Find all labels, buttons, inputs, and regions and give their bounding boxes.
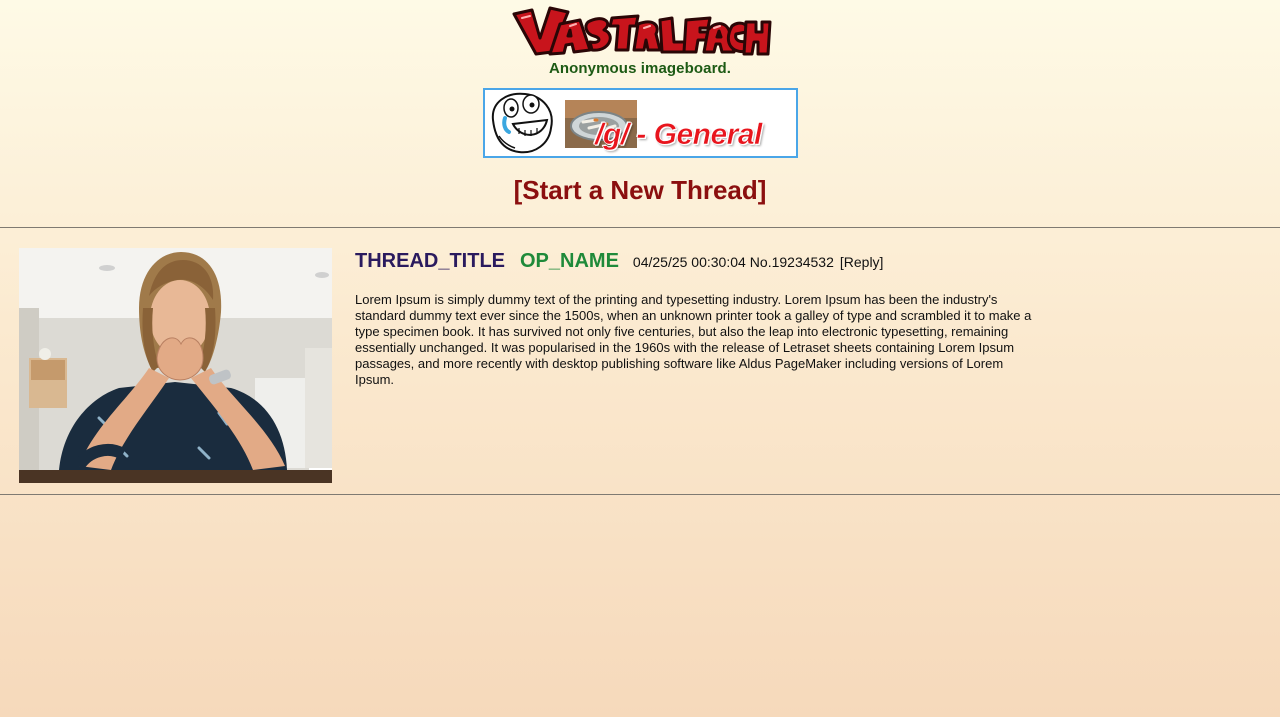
board-title: /g/ - General (595, 118, 763, 152)
reply-link[interactable]: [Reply] (840, 254, 884, 270)
board-banner[interactable]: /g/ - General (483, 88, 798, 158)
start-new-thread-link[interactable]: [Start a New Thread] (514, 175, 767, 205)
thread-title: THREAD_TITLE (355, 250, 505, 272)
site-logo[interactable] (510, 4, 772, 58)
post-header: THREAD_TITLE OP_NAME 04/25/25 00:30:04 N… (355, 250, 883, 273)
site-header: Anonymous imageboard. /g/ - General [Sta… (0, 0, 1280, 220)
post-date: 04/25/25 00:30:04 (632, 254, 746, 270)
op-thumbnail[interactable] (19, 248, 332, 483)
op-thumbnail-photo (19, 248, 332, 483)
divider-bottom (0, 494, 1280, 495)
post-number-link[interactable]: No.19234532 (750, 254, 834, 270)
new-thread-container: [Start a New Thread] (0, 175, 1280, 206)
site-tagline: Anonymous imageboard. (548, 60, 732, 77)
op-name: OP_NAME (520, 250, 619, 272)
divider-top (0, 227, 1280, 228)
rage-face-icon (491, 92, 553, 154)
graffiti-logo-icon (512, 6, 772, 56)
post-body: Lorem Ipsum is simply dummy text of the … (355, 292, 1032, 387)
